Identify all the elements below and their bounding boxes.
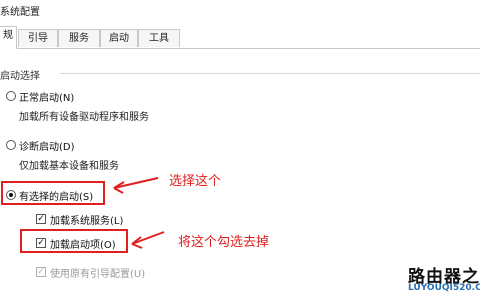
watermark-url: LUYOUQI520.COM [408,283,480,293]
annotation-arrows [113,177,165,249]
annotation-uncheck-this: 将这个勾选去掉 [178,235,270,250]
uncheck-arrow [131,231,165,245]
annotation-select-this: 选择这个 [169,174,222,189]
